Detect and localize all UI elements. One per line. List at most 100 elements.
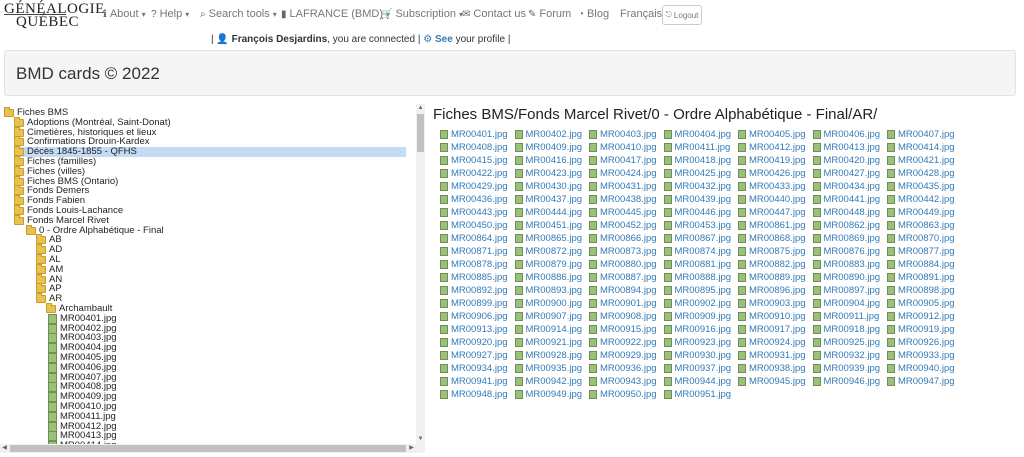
file-link[interactable]: MR00887.jpg (589, 272, 657, 283)
file-link[interactable]: MR00408.jpg (440, 142, 508, 153)
file-link[interactable]: MR00889.jpg (738, 272, 806, 283)
file-link[interactable]: MR00442.jpg (887, 194, 955, 205)
file-link[interactable]: MR00900.jpg (514, 298, 582, 309)
file-link[interactable]: MR00894.jpg (589, 285, 657, 296)
file-link[interactable]: MR00937.jpg (663, 363, 731, 374)
file-link[interactable]: MR00449.jpg (887, 207, 955, 218)
file-link[interactable]: MR00893.jpg (514, 285, 582, 296)
file-link[interactable]: MR00919.jpg (887, 324, 955, 335)
file-link[interactable]: MR00905.jpg (887, 298, 955, 309)
scroll-right-icon[interactable]: ▶ (407, 444, 416, 453)
file-link[interactable]: MR00407.jpg (887, 129, 955, 140)
file-link[interactable]: MR00946.jpg (812, 376, 880, 387)
file-link[interactable]: MR00885.jpg (440, 272, 508, 283)
file-link[interactable]: MR00923.jpg (663, 337, 731, 348)
scroll-thumb[interactable] (417, 114, 424, 152)
file-link[interactable]: MR00446.jpg (663, 207, 731, 218)
file-link[interactable]: MR00433.jpg (738, 181, 806, 192)
file-link[interactable]: MR00916.jpg (663, 324, 731, 335)
file-link[interactable]: MR00936.jpg (589, 363, 657, 374)
file-link[interactable]: MR00897.jpg (812, 285, 880, 296)
file-link[interactable]: MR00935.jpg (514, 363, 582, 374)
file-link[interactable]: MR00888.jpg (663, 272, 731, 283)
file-link[interactable]: MR00906.jpg (440, 311, 508, 322)
file-link[interactable]: MR00440.jpg (738, 194, 806, 205)
file-link[interactable]: MR00867.jpg (663, 233, 731, 244)
file-link[interactable]: MR00437.jpg (514, 194, 582, 205)
file-link[interactable]: MR00896.jpg (738, 285, 806, 296)
file-link[interactable]: MR00425.jpg (663, 168, 731, 179)
file-link[interactable]: MR00913.jpg (440, 324, 508, 335)
file-link[interactable]: MR00875.jpg (738, 246, 806, 257)
file-link[interactable]: MR00912.jpg (887, 311, 955, 322)
file-link[interactable]: MR00873.jpg (589, 246, 657, 257)
file-link[interactable]: MR00951.jpg (663, 389, 731, 400)
file-link[interactable]: MR00874.jpg (663, 246, 731, 257)
scroll-thumb[interactable] (10, 445, 406, 452)
file-link[interactable]: MR00423.jpg (514, 168, 582, 179)
file-link[interactable]: MR00907.jpg (514, 311, 582, 322)
file-link[interactable]: MR00945.jpg (738, 376, 806, 387)
file-link[interactable]: MR00902.jpg (663, 298, 731, 309)
file-link[interactable]: MR00409.jpg (514, 142, 582, 153)
scroll-down-icon[interactable]: ▼ (416, 435, 425, 444)
file-link[interactable]: MR00926.jpg (887, 337, 955, 348)
file-link[interactable]: MR00880.jpg (589, 259, 657, 270)
file-link[interactable]: MR00862.jpg (812, 220, 880, 231)
file-link[interactable]: MR00949.jpg (514, 389, 582, 400)
site-logo[interactable]: GÉNÉALOGIE QUÉBEC (4, 2, 104, 30)
file-link[interactable]: MR00431.jpg (589, 181, 657, 192)
file-link[interactable]: MR00451.jpg (514, 220, 582, 231)
file-link[interactable]: MR00414.jpg (887, 142, 955, 153)
file-link[interactable]: MR00933.jpg (887, 350, 955, 361)
file-link[interactable]: MR00930.jpg (663, 350, 731, 361)
file-link[interactable]: MR00418.jpg (663, 155, 731, 166)
file-link[interactable]: MR00915.jpg (589, 324, 657, 335)
file-link[interactable]: MR00939.jpg (812, 363, 880, 374)
nav-contact[interactable]: ✉ Contact us (462, 8, 526, 20)
file-link[interactable]: MR00865.jpg (514, 233, 582, 244)
file-link[interactable]: MR00918.jpg (812, 324, 880, 335)
file-link[interactable]: MR00419.jpg (738, 155, 806, 166)
file-link[interactable]: MR00891.jpg (887, 272, 955, 283)
tree-horizontal-scrollbar[interactable]: ◀ ▶ (0, 444, 425, 453)
file-link[interactable]: MR00435.jpg (887, 181, 955, 192)
file-link[interactable]: MR00910.jpg (738, 311, 806, 322)
file-link[interactable]: MR00452.jpg (589, 220, 657, 231)
file-link[interactable]: MR00922.jpg (589, 337, 657, 348)
file-link[interactable]: MR00928.jpg (514, 350, 582, 361)
file-link[interactable]: MR00882.jpg (738, 259, 806, 270)
file-link[interactable]: MR00447.jpg (738, 207, 806, 218)
file-link[interactable]: MR00903.jpg (738, 298, 806, 309)
file-link[interactable]: MR00412.jpg (738, 142, 806, 153)
file-link[interactable]: MR00450.jpg (440, 220, 508, 231)
file-link[interactable]: MR00427.jpg (812, 168, 880, 179)
file-link[interactable]: MR00892.jpg (440, 285, 508, 296)
file-link[interactable]: MR00416.jpg (514, 155, 582, 166)
file-link[interactable]: MR00411.jpg (663, 142, 730, 153)
file-link[interactable]: MR00909.jpg (663, 311, 731, 322)
file-link[interactable]: MR00938.jpg (738, 363, 806, 374)
file-link[interactable]: MR00428.jpg (887, 168, 955, 179)
file-link[interactable]: MR00424.jpg (589, 168, 657, 179)
nav-lafrance[interactable]: ▮ LAFRANCE (BMD) ▾ (281, 8, 390, 20)
file-link[interactable]: MR00911.jpg (812, 311, 879, 322)
file-link[interactable]: MR00884.jpg (887, 259, 955, 270)
file-link[interactable]: MR00864.jpg (440, 233, 508, 244)
file-link[interactable]: MR00430.jpg (514, 181, 582, 192)
file-link[interactable]: MR00410.jpg (589, 142, 657, 153)
file-link[interactable]: MR00881.jpg (663, 259, 731, 270)
tree-folder-item[interactable]: 0 - Ordre Alphabétique - Final (26, 224, 164, 236)
file-link[interactable]: MR00908.jpg (589, 311, 657, 322)
file-link[interactable]: MR00434.jpg (812, 181, 880, 192)
file-link[interactable]: MR00878.jpg (440, 259, 508, 270)
nav-search-tools[interactable]: ⌕ Search tools ▾ (200, 8, 277, 20)
file-link[interactable]: MR00917.jpg (738, 324, 806, 335)
file-link[interactable]: MR00405.jpg (738, 129, 806, 140)
file-link[interactable]: MR00401.jpg (440, 129, 508, 140)
file-link[interactable]: MR00877.jpg (887, 246, 955, 257)
file-link[interactable]: MR00443.jpg (440, 207, 508, 218)
file-link[interactable]: MR00927.jpg (440, 350, 508, 361)
file-link[interactable]: MR00925.jpg (812, 337, 880, 348)
file-link[interactable]: MR00924.jpg (738, 337, 806, 348)
